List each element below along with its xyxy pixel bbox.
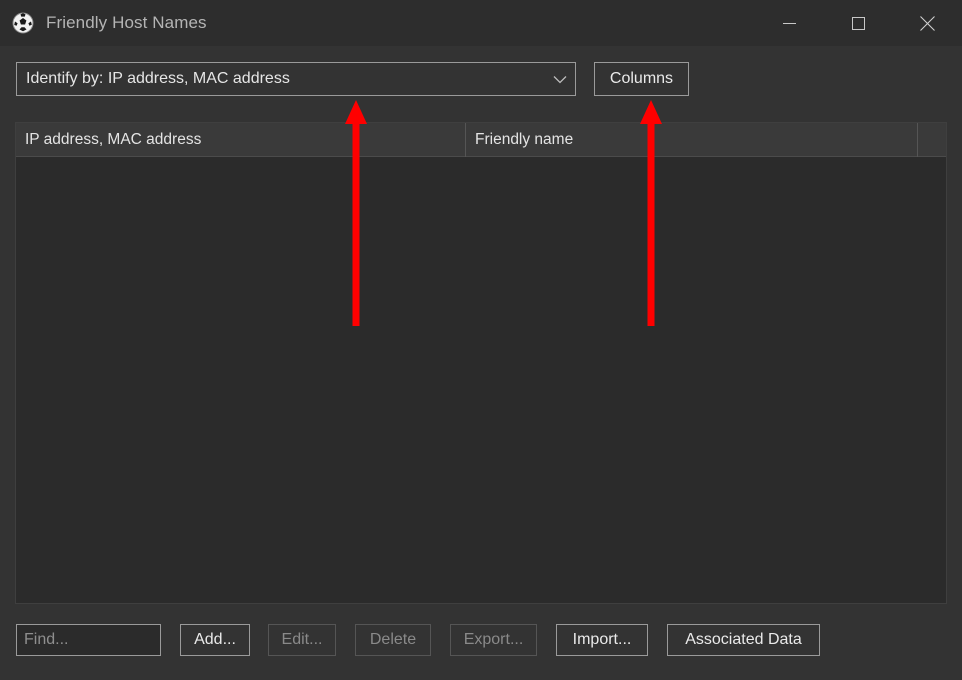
soccer-ball-icon — [12, 12, 34, 34]
title-bar: Friendly Host Names — [0, 0, 962, 46]
column-header-friendly-name[interactable]: Friendly name — [466, 123, 918, 157]
associated-data-button[interactable]: Associated Data — [667, 624, 820, 656]
delete-button: Delete — [355, 624, 431, 656]
caption-buttons — [755, 0, 962, 46]
column-header-spacer[interactable] — [918, 123, 946, 157]
window-title: Friendly Host Names — [46, 13, 207, 32]
chevron-down-icon[interactable] — [553, 63, 567, 95]
identify-by-value: Identify by: IP address, MAC address — [26, 70, 290, 87]
minimize-icon[interactable] — [755, 0, 824, 46]
identify-by-combobox[interactable]: Identify by: IP address, MAC address — [16, 62, 576, 96]
find-input[interactable] — [16, 624, 161, 656]
host-names-table: IP address, MAC address Friendly name — [15, 122, 947, 604]
edit-button: Edit... — [268, 624, 336, 656]
maximize-icon[interactable] — [824, 0, 893, 46]
add-button[interactable]: Add... — [180, 624, 250, 656]
table-body-empty[interactable] — [16, 157, 946, 603]
close-icon[interactable] — [893, 0, 962, 46]
columns-button[interactable]: Columns — [594, 62, 689, 96]
column-header-ip-mac[interactable]: IP address, MAC address — [16, 123, 466, 157]
table-header-row: IP address, MAC address Friendly name — [16, 123, 946, 157]
export-button: Export... — [450, 624, 537, 656]
friendly-host-names-window: Friendly Host Names Identify by: IP addr… — [0, 0, 962, 680]
import-button[interactable]: Import... — [556, 624, 648, 656]
